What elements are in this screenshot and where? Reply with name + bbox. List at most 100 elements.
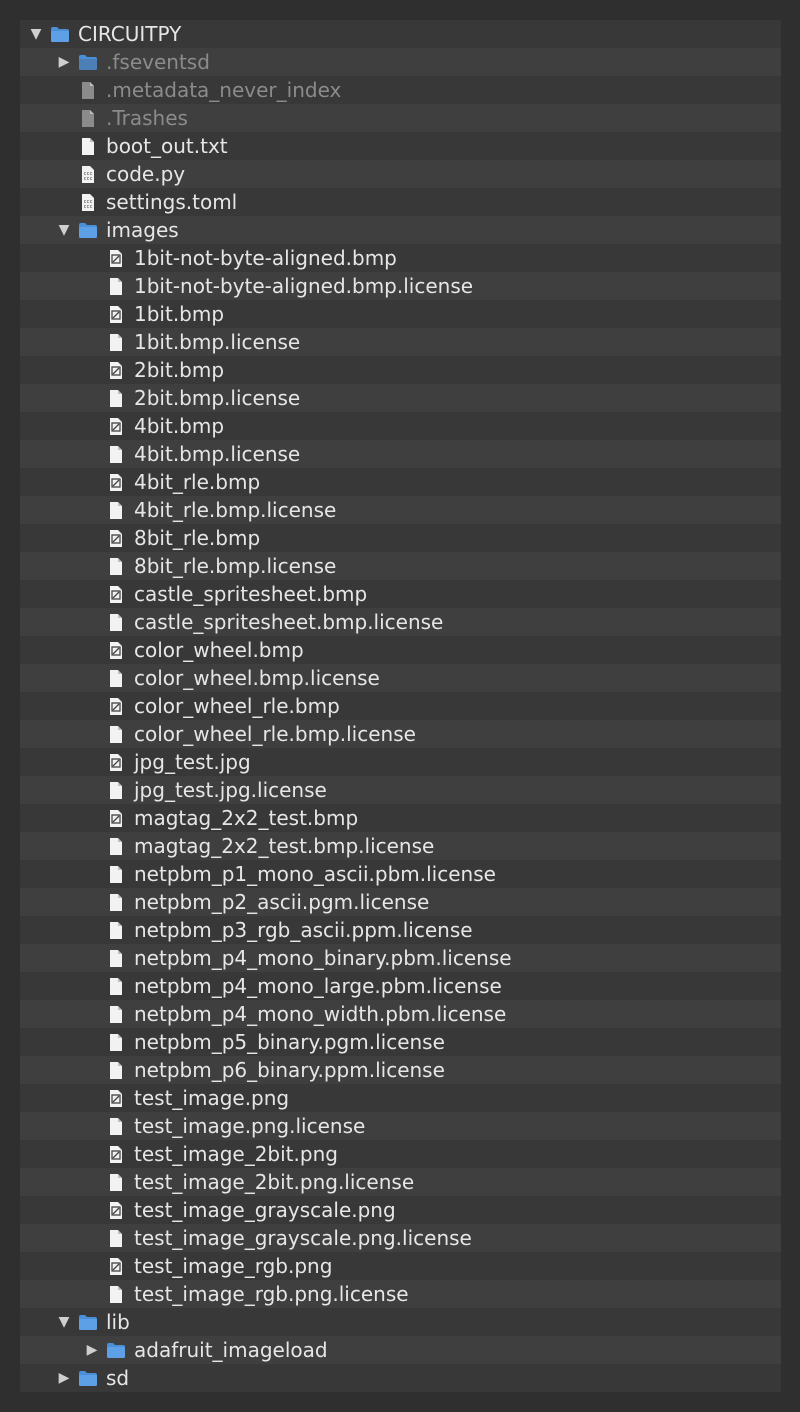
image-file-icon: [106, 474, 126, 491]
tree-item-label: netpbm_p5_binary.pgm.license: [134, 1030, 445, 1054]
tree-item-label: 2bit.bmp: [134, 358, 225, 382]
tree-item-lib[interactable]: ▼ lib: [20, 1308, 781, 1336]
tree-item-4bit-bmp[interactable]: 4bit.bmp: [20, 412, 781, 440]
tree-item-test-image-png[interactable]: test_image.png: [20, 1084, 781, 1112]
tree-item-1bit-bmp-license[interactable]: 1bit.bmp.license: [20, 328, 781, 356]
tree-item-color-wheel-rle-bmp-license[interactable]: color_wheel_rle.bmp.license: [20, 720, 781, 748]
tree-item-fseventsd[interactable]: ▶ .fseventsd: [20, 48, 781, 76]
tree-item-4bit-bmp-license[interactable]: 4bit.bmp.license: [20, 440, 781, 468]
tree-item-4bit-rle-bmp-license[interactable]: 4bit_rle.bmp.license: [20, 496, 781, 524]
tree-item-adafruit-imageload[interactable]: ▶ adafruit_imageload: [20, 1336, 781, 1364]
file-icon: [78, 82, 98, 99]
tree-item-magtag-2x2-test-bmp-license[interactable]: magtag_2x2_test.bmp.license: [20, 832, 781, 860]
file-icon: [106, 950, 126, 967]
tree-item-label: 4bit.bmp: [134, 414, 225, 438]
tree-item-8bit-rle-bmp[interactable]: 8bit_rle.bmp: [20, 524, 781, 552]
tree-item-metadata-never-index[interactable]: .metadata_never_index: [20, 76, 781, 104]
tree-item-settings-toml[interactable]: ccc ccc settings.toml: [20, 188, 781, 216]
image-file-icon: [106, 530, 126, 547]
tree-item-netpbm-p1-mono-ascii-pbm-license[interactable]: netpbm_p1_mono_ascii.pbm.license: [20, 860, 781, 888]
tree-item-test-image-png-license[interactable]: test_image.png.license: [20, 1112, 781, 1140]
tree-item-jpg-test-jpg-license[interactable]: jpg_test.jpg.license: [20, 776, 781, 804]
tree-item-label: castle_spritesheet.bmp.license: [134, 610, 444, 634]
tree-item-code-py[interactable]: ccc ccc code.py: [20, 160, 781, 188]
tree-item-test-image-grayscale-png[interactable]: test_image_grayscale.png: [20, 1196, 781, 1224]
tree-item-castle-spritesheet-bmp-license[interactable]: castle_spritesheet.bmp.license: [20, 608, 781, 636]
image-file-icon: [106, 1258, 126, 1275]
tree-item-label: netpbm_p2_ascii.pgm.license: [134, 890, 430, 914]
tree-item-label: adafruit_imageload: [134, 1338, 328, 1362]
tree-item-netpbm-p6-binary-ppm-license[interactable]: netpbm_p6_binary.ppm.license: [20, 1056, 781, 1084]
folder-icon: [78, 222, 98, 239]
tree-item-images[interactable]: ▼ images: [20, 216, 781, 244]
tree-item-test-image-rgb-png-license[interactable]: test_image_rgb.png.license: [20, 1280, 781, 1308]
image-file-icon: [106, 306, 126, 323]
tree-item-1bit-not-byte-aligned-bmp[interactable]: 1bit-not-byte-aligned.bmp: [20, 244, 781, 272]
tree-item-label: test_image_grayscale.png.license: [134, 1226, 472, 1250]
tree-item-label: test_image.png: [134, 1086, 290, 1110]
file-icon: [106, 1174, 126, 1191]
collapsed-arrow-icon[interactable]: ▶: [56, 48, 72, 76]
tree-item-label: jpg_test.jpg.license: [134, 778, 327, 802]
tree-item-8bit-rle-bmp-license[interactable]: 8bit_rle.bmp.license: [20, 552, 781, 580]
tree-item-color-wheel-rle-bmp[interactable]: color_wheel_rle.bmp: [20, 692, 781, 720]
folder-icon: [78, 54, 98, 71]
tree-item-test-image-grayscale-png-license[interactable]: test_image_grayscale.png.license: [20, 1224, 781, 1252]
tree-item-test-image-2bit-png-license[interactable]: test_image_2bit.png.license: [20, 1168, 781, 1196]
tree-item-netpbm-p4-mono-binary-pbm-license[interactable]: netpbm_p4_mono_binary.pbm.license: [20, 944, 781, 972]
tree-item-1bit-bmp[interactable]: 1bit.bmp: [20, 300, 781, 328]
tree-item-label: 1bit-not-byte-aligned.bmp.license: [134, 274, 474, 298]
tree-item-sd[interactable]: ▶ sd: [20, 1364, 781, 1392]
tree-item-test-image-2bit-png[interactable]: test_image_2bit.png: [20, 1140, 781, 1168]
tree-item-2bit-bmp[interactable]: 2bit.bmp: [20, 356, 781, 384]
collapsed-arrow-icon[interactable]: ▶: [56, 1364, 72, 1392]
tree-item-boot-out-txt[interactable]: boot_out.txt: [20, 132, 781, 160]
file-icon: [106, 1230, 126, 1247]
tree-item-label: 1bit.bmp.license: [134, 330, 301, 354]
tree-item-magtag-2x2-test-bmp[interactable]: magtag_2x2_test.bmp: [20, 804, 781, 832]
tree-item-label: .Trashes: [106, 106, 188, 130]
tree-item-label: .metadata_never_index: [106, 78, 342, 102]
tree-item-label: netpbm_p6_binary.ppm.license: [134, 1058, 445, 1082]
file-icon: [106, 278, 126, 295]
tree-item-label: test_image_grayscale.png: [134, 1198, 396, 1222]
tree-item-label: 4bit_rle.bmp.license: [134, 498, 337, 522]
folder-icon: [106, 1342, 126, 1359]
tree-item-label: images: [106, 218, 179, 242]
folder-icon: [78, 1314, 98, 1331]
tree-item-label: netpbm_p4_mono_binary.pbm.license: [134, 946, 512, 970]
tree-item-1bit-not-byte-aligned-bmp-license[interactable]: 1bit-not-byte-aligned.bmp.license: [20, 272, 781, 300]
image-file-icon: [106, 810, 126, 827]
file-icon: [106, 1118, 126, 1135]
tree-item-color-wheel-bmp-license[interactable]: color_wheel.bmp.license: [20, 664, 781, 692]
collapsed-arrow-icon[interactable]: ▶: [84, 1336, 100, 1364]
tree-item-label: castle_spritesheet.bmp: [134, 582, 368, 606]
tree-item-2bit-bmp-license[interactable]: 2bit.bmp.license: [20, 384, 781, 412]
tree-item-label: netpbm_p3_rgb_ascii.ppm.license: [134, 918, 473, 942]
tree-item-test-image-rgb-png[interactable]: test_image_rgb.png: [20, 1252, 781, 1280]
expanded-arrow-icon[interactable]: ▼: [28, 20, 44, 48]
file-icon: [106, 334, 126, 351]
svg-text:ccc: ccc: [84, 176, 93, 182]
file-icon: [106, 782, 126, 799]
tree-item-netpbm-p3-rgb-ascii-ppm-license[interactable]: netpbm_p3_rgb_ascii.ppm.license: [20, 916, 781, 944]
tree-item-netpbm-p2-ascii-pgm-license[interactable]: netpbm_p2_ascii.pgm.license: [20, 888, 781, 916]
tree-item-4bit-rle-bmp[interactable]: 4bit_rle.bmp: [20, 468, 781, 496]
tree-item-netpbm-p4-mono-width-pbm-license[interactable]: netpbm_p4_mono_width.pbm.license: [20, 1000, 781, 1028]
tree-item-label: test_image_2bit.png.license: [134, 1170, 415, 1194]
tree-item-label: jpg_test.jpg: [134, 750, 251, 774]
tree-item-netpbm-p4-mono-large-pbm-license[interactable]: netpbm_p4_mono_large.pbm.license: [20, 972, 781, 1000]
tree-item-label: magtag_2x2_test.bmp.license: [134, 834, 435, 858]
image-file-icon: [106, 1146, 126, 1163]
tree-item-label: 1bit-not-byte-aligned.bmp: [134, 246, 397, 270]
tree-item-netpbm-p5-binary-pgm-license[interactable]: netpbm_p5_binary.pgm.license: [20, 1028, 781, 1056]
file-icon: [106, 558, 126, 575]
expanded-arrow-icon[interactable]: ▼: [56, 216, 72, 244]
expanded-arrow-icon[interactable]: ▼: [56, 1308, 72, 1336]
file-tree: ▼ CIRCUITPY ▶ .fseventsd .metadata_never_…: [20, 20, 781, 1392]
tree-item-trashes[interactable]: .Trashes: [20, 104, 781, 132]
tree-item-jpg-test-jpg[interactable]: jpg_test.jpg: [20, 748, 781, 776]
tree-item-circuitpy[interactable]: ▼ CIRCUITPY: [20, 20, 781, 48]
tree-item-color-wheel-bmp[interactable]: color_wheel.bmp: [20, 636, 781, 664]
tree-item-castle-spritesheet-bmp[interactable]: castle_spritesheet.bmp: [20, 580, 781, 608]
